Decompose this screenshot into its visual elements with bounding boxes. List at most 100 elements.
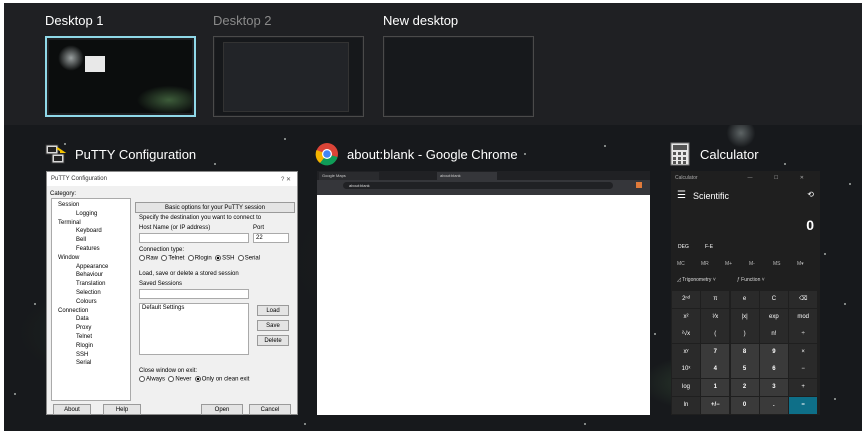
tree-item[interactable]: Logging — [76, 211, 97, 217]
tree-item[interactable]: Serial — [76, 360, 91, 366]
desktop-2-thumbnail[interactable] — [213, 36, 364, 117]
calc-key[interactable]: 10ˣ — [672, 361, 700, 379]
calc-key[interactable]: exp — [759, 308, 788, 326]
session-item[interactable]: Default Settings — [142, 305, 246, 311]
calc-key[interactable]: 1 — [701, 379, 730, 396]
calculator-window-preview[interactable]: Calculator — ☐ ✕ ☰ Scientific ⟲ 0 DEG F-… — [671, 171, 820, 415]
tree-item[interactable]: Window — [58, 255, 79, 261]
extension-icon[interactable] — [636, 182, 642, 188]
chrome-address-bar[interactable]: about:blank — [343, 182, 613, 189]
desktop-1[interactable]: Desktop 1 — [45, 12, 196, 117]
save-button[interactable]: Save — [257, 320, 289, 331]
memory-button[interactable]: MC — [677, 261, 685, 267]
calc-key[interactable]: C — [759, 291, 788, 308]
tree-item[interactable]: Terminal — [58, 220, 81, 226]
desktop-2[interactable]: Desktop 2 — [213, 12, 364, 117]
calc-key[interactable]: 4 — [701, 361, 730, 379]
tree-item[interactable]: Features — [76, 246, 100, 252]
tree-item[interactable]: Appearance — [76, 264, 108, 270]
calc-key[interactable]: ) — [730, 326, 759, 344]
history-icon[interactable]: ⟲ — [807, 190, 814, 199]
chrome-tab-1[interactable]: Google Maps — [319, 172, 379, 180]
delete-button[interactable]: Delete — [257, 335, 289, 346]
new-desktop-thumbnail[interactable] — [383, 36, 534, 117]
calc-title-controls[interactable]: — ☐ ✕ — [748, 175, 814, 181]
calc-key[interactable]: − — [789, 361, 818, 379]
tree-item[interactable]: Keyboard — [76, 228, 102, 234]
calc-key[interactable]: π — [701, 291, 730, 308]
tree-item[interactable]: Selection — [76, 290, 101, 296]
desktop-1-thumbnail[interactable] — [45, 36, 196, 117]
tree-item[interactable]: Connection — [58, 308, 88, 314]
open-button[interactable]: Open — [201, 404, 243, 415]
angle-units-button[interactable]: DEG — [678, 244, 689, 250]
fe-button[interactable]: F-E — [705, 244, 713, 250]
task-calculator[interactable]: Calculator — [668, 141, 759, 167]
tree-item[interactable]: Bell — [76, 237, 86, 243]
tree-item[interactable]: Translation — [76, 281, 105, 287]
calc-key[interactable]: log — [672, 379, 700, 396]
tree-item[interactable]: Behaviour — [76, 272, 103, 278]
chrome-icon — [315, 142, 339, 166]
calc-key[interactable]: +/− — [701, 396, 730, 414]
tree-item[interactable]: Proxy — [76, 325, 91, 331]
calc-key[interactable]: 3 — [759, 379, 788, 396]
memory-button[interactable]: M- — [749, 261, 755, 267]
task-chrome[interactable]: about:blank - Google Chrome — [315, 141, 518, 167]
calc-key[interactable]: e — [730, 291, 759, 308]
tree-item[interactable]: Telnet — [76, 334, 92, 340]
category-tree[interactable]: Session Logging Terminal Keyboard Bell Featur… — [51, 198, 131, 401]
calc-key[interactable]: 8 — [730, 343, 759, 361]
calc-key[interactable]: ⌫ — [789, 291, 818, 308]
putty-title-controls[interactable]: ? ✕ — [281, 176, 291, 183]
cancel-button[interactable]: Cancel — [249, 404, 291, 415]
tree-item[interactable]: Rlogin — [76, 343, 93, 349]
calc-key[interactable]: mod — [789, 308, 818, 326]
putty-window-preview[interactable]: PuTTY Configuration ? ✕ Category: Sessio… — [46, 171, 298, 415]
memory-button[interactable]: M▾ — [797, 261, 804, 267]
calc-key[interactable]: 9 — [759, 343, 788, 361]
calc-key[interactable]: ¹⁄x — [701, 308, 730, 326]
calc-key[interactable]: ( — [701, 326, 730, 344]
session-list[interactable]: Default Settings — [139, 303, 249, 355]
tree-item[interactable]: Colours — [76, 299, 97, 305]
calc-key[interactable]: 7 — [701, 343, 730, 361]
calc-key[interactable]: ²√x — [672, 326, 700, 344]
tree-item[interactable]: Session — [58, 202, 79, 208]
load-button[interactable]: Load — [257, 305, 289, 316]
port-input[interactable]: 22 — [253, 233, 289, 243]
close-option-radios[interactable]: Always Never Only on clean exit — [139, 376, 249, 383]
calc-key[interactable]: + — [789, 379, 818, 396]
new-desktop[interactable]: New desktop — [383, 12, 534, 117]
saved-session-input[interactable] — [139, 289, 249, 299]
calc-key[interactable]: 2 — [730, 379, 759, 396]
hamburger-menu-icon[interactable]: ☰ — [677, 190, 686, 201]
about-button[interactable]: About — [53, 404, 91, 415]
calc-key[interactable]: x² — [672, 308, 700, 326]
chrome-tab-2[interactable]: about:blank — [437, 172, 497, 180]
calc-key[interactable]: 2ⁿᵈ — [672, 291, 700, 308]
calc-key[interactable]: xʸ — [672, 343, 700, 361]
tree-item[interactable]: SSH — [76, 352, 88, 358]
conn-type-radios[interactable]: Raw Telnet Rlogin SSH Serial — [139, 255, 260, 262]
calc-key[interactable]: ln — [672, 396, 700, 414]
help-button[interactable]: Help — [103, 404, 141, 415]
calc-key[interactable]: 6 — [759, 361, 788, 379]
calc-key[interactable]: 5 — [730, 361, 759, 379]
calc-key[interactable]: . — [759, 396, 788, 414]
memory-button[interactable]: MS — [773, 261, 781, 267]
function-dropdown[interactable]: ƒ Function ˅ — [737, 277, 765, 283]
calc-key[interactable]: ÷ — [789, 326, 818, 344]
memory-button[interactable]: M+ — [725, 261, 732, 267]
task-putty[interactable]: PuTTY Configuration — [43, 141, 196, 167]
calc-key[interactable]: × — [789, 343, 818, 361]
memory-button[interactable]: MR — [701, 261, 709, 267]
calc-key[interactable]: n! — [759, 326, 788, 344]
chrome-window-preview[interactable]: Google Maps about:blank about:blank — [317, 171, 650, 415]
host-input[interactable] — [139, 233, 249, 243]
trigonometry-dropdown[interactable]: ◿ Trigonometry ˅ — [677, 277, 716, 283]
tree-item[interactable]: Data — [76, 316, 89, 322]
calc-key[interactable]: |x| — [730, 308, 759, 326]
calc-key[interactable]: 0 — [730, 396, 759, 414]
calc-key[interactable]: = — [789, 396, 818, 414]
